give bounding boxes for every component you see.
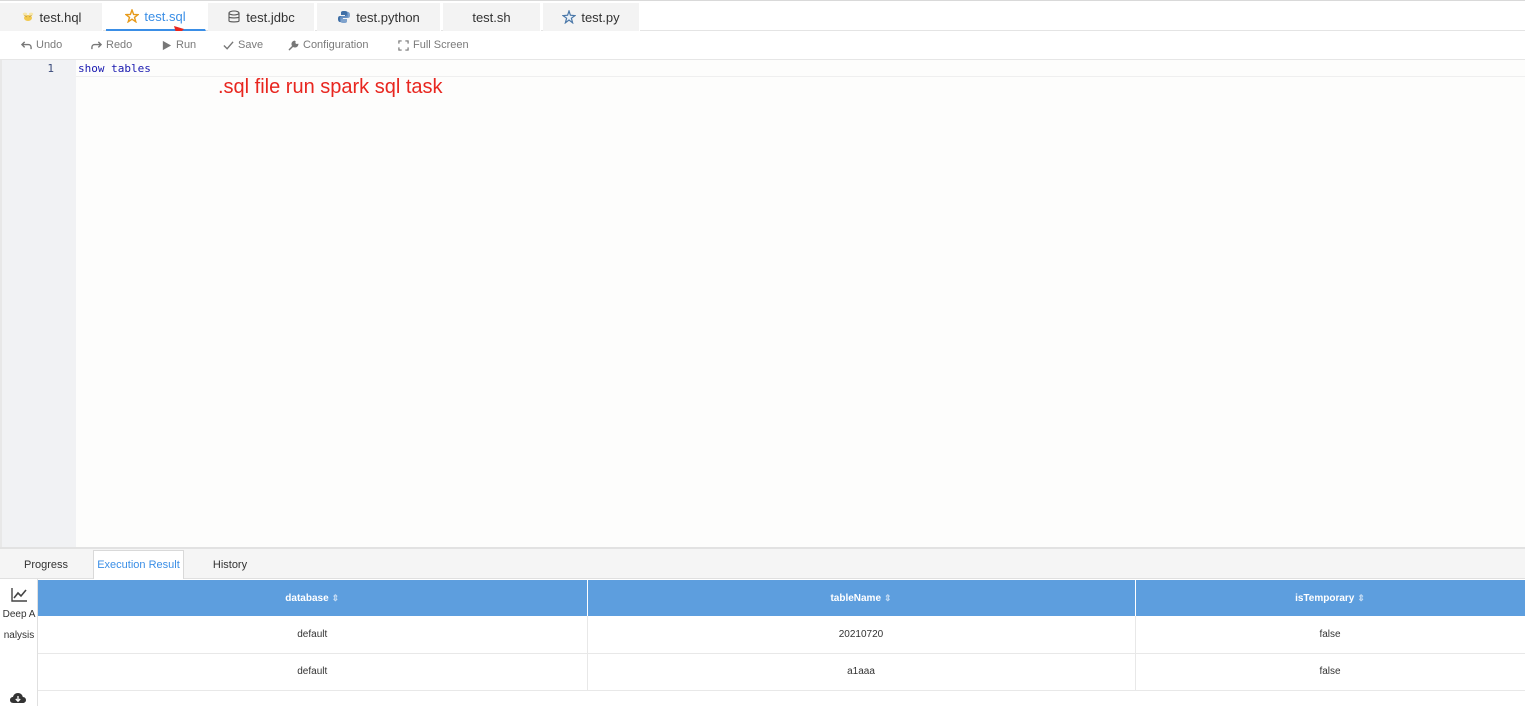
header-label: database <box>285 592 329 604</box>
table-cell: a1aaa <box>587 653 1136 691</box>
save-button[interactable]: Save <box>223 31 263 59</box>
spark-star-icon <box>125 9 140 23</box>
code-line[interactable]: show tables <box>78 62 151 75</box>
tab-label: test.python <box>356 9 420 25</box>
table-cell: default <box>38 653 588 691</box>
tab-label: test.py <box>581 9 620 25</box>
play-icon <box>162 40 172 50</box>
editor-toolbar: Undo Redo Run Save Configuration Full Sc… <box>0 31 1525 60</box>
line-chart-icon <box>10 588 27 602</box>
full-screen-label: Full Screen <box>413 39 469 51</box>
configuration-button[interactable]: Configuration <box>288 31 368 59</box>
redo-button[interactable]: Redo <box>91 31 132 59</box>
redo-icon <box>91 40 102 49</box>
table-cell: 20210720 <box>587 616 1136 654</box>
cloud-download-icon[interactable] <box>9 691 27 705</box>
tab-label: History <box>212 558 248 571</box>
table-row: default a1aaa false <box>38 653 1525 691</box>
run-label: Run <box>176 39 197 51</box>
line-number: 1 <box>47 62 54 75</box>
line-gutter: 1 <box>2 60 76 547</box>
header-label: isTemporary <box>1295 592 1355 604</box>
tab-progress[interactable]: Progress <box>0 550 92 579</box>
tab-execution-result[interactable]: Execution Result <box>93 550 184 579</box>
table-cell: false <box>1135 653 1525 691</box>
redo-label: Redo <box>106 39 133 51</box>
wrench-icon <box>288 40 299 50</box>
column-header-database[interactable]: database ⇕ <box>38 580 588 616</box>
database-icon <box>228 10 240 23</box>
file-tab-bar: test.hql test.sql test.jdbc test.python … <box>0 0 1525 31</box>
deep-analysis-button[interactable]: Deep Analysis <box>0 587 38 646</box>
hive-bee-icon <box>22 12 33 21</box>
tab-label: test.sql <box>144 8 186 24</box>
result-tab-bar: Progress Execution Result History <box>0 549 1525 579</box>
active-line-highlight <box>76 60 1525 77</box>
table-cell: default <box>38 616 588 654</box>
fullscreen-icon <box>398 39 409 51</box>
code-editor[interactable]: 1 show tables .sql file run spark sql ta… <box>0 60 1525 547</box>
undo-button[interactable]: Undo <box>21 31 62 59</box>
full-screen-button[interactable]: Full Screen <box>398 31 469 59</box>
column-header-istemporary[interactable]: isTemporary ⇕ <box>1135 580 1525 616</box>
column-header-tablename[interactable]: tableName ⇕ <box>587 580 1136 616</box>
tab-test-hql[interactable]: test.hql <box>0 3 103 31</box>
tab-label: test.sh <box>472 9 511 25</box>
tab-test-python[interactable]: test.python <box>317 3 441 31</box>
result-table: database ⇕ tableName ⇕ isTemporary ⇕ defaul… <box>38 580 1525 691</box>
tab-history[interactable]: History <box>186 550 274 579</box>
run-button[interactable]: Run <box>161 31 196 59</box>
pyspark-icon <box>562 10 577 24</box>
table-cell: false <box>1135 616 1525 654</box>
sort-icon[interactable]: ⇕ <box>332 593 340 604</box>
sort-icon[interactable]: ⇕ <box>1357 593 1365 604</box>
check-icon <box>223 40 234 50</box>
save-label: Save <box>238 39 264 51</box>
configuration-label: Configuration <box>303 39 369 51</box>
tab-label: Execution Result <box>97 559 180 571</box>
annotation-text: .sql file run spark sql task <box>218 76 443 98</box>
header-label: tableName <box>830 592 882 604</box>
undo-icon <box>21 40 32 49</box>
python-icon <box>338 11 351 23</box>
deep-analysis-label: Deep Analysis <box>2 609 36 641</box>
tab-test-jdbc[interactable]: test.jdbc <box>208 3 315 31</box>
table-header-row: database ⇕ tableName ⇕ isTemporary ⇕ <box>38 580 1525 616</box>
result-panel: Progress Execution Result History Deep A… <box>0 547 1525 706</box>
tab-label: Progress <box>23 558 69 571</box>
tab-label: test.jdbc <box>246 9 295 25</box>
tab-test-py[interactable]: test.py <box>543 3 640 31</box>
tab-test-sh[interactable]: test.sh <box>443 3 541 31</box>
tab-label: test.hql <box>39 9 82 25</box>
undo-label: Undo <box>36 39 63 51</box>
sort-icon[interactable]: ⇕ <box>884 593 892 604</box>
result-side-panel: Deep Analysis <box>0 579 38 706</box>
table-row: default 20210720 false <box>38 616 1525 654</box>
